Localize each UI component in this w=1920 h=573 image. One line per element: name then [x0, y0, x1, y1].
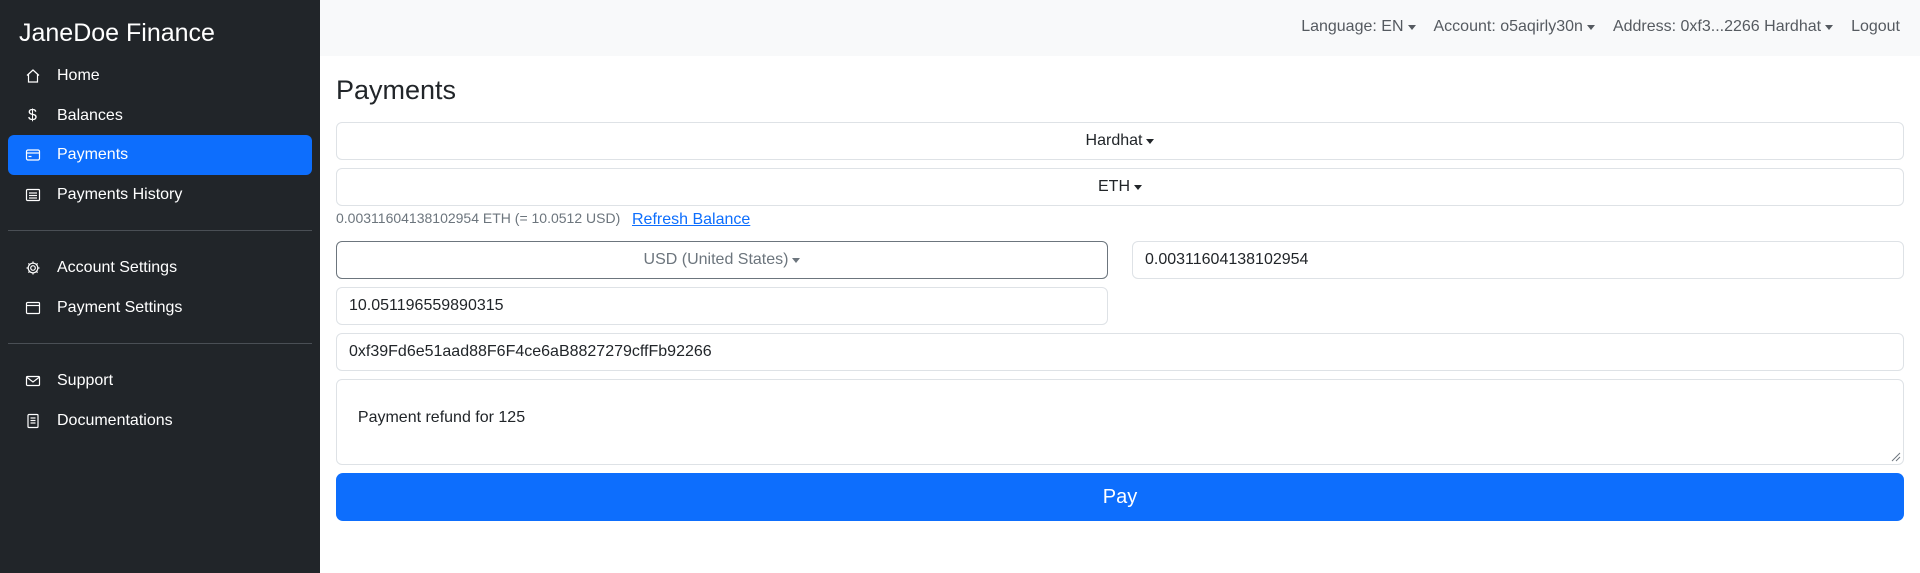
sidebar: JaneDoe Finance Home $ Balances Payments…: [0, 0, 320, 573]
brand-title[interactable]: JaneDoe Finance: [19, 16, 215, 50]
pay-button[interactable]: Pay: [336, 473, 1904, 521]
account-dropdown[interactable]: Account: o5aqirly30n: [1434, 18, 1595, 36]
memo-textarea[interactable]: Payment refund for 125: [336, 379, 1904, 465]
sidebar-item-label: Account Settings: [57, 259, 178, 276]
sidebar-item-label: Payment Settings: [57, 299, 183, 316]
sidebar-item-balances[interactable]: $ Balances: [8, 96, 312, 136]
token-select-value: ETH: [1098, 178, 1130, 195]
token-select[interactable]: ETH: [336, 168, 1904, 206]
window-icon: [24, 300, 41, 317]
token-amount-input[interactable]: 0.00311604138102954: [1132, 241, 1904, 279]
top-navbar: Language: EN Account: o5aqirly30n Addres…: [320, 0, 1920, 56]
fiat-amount-value: 10.051196559890315: [349, 297, 504, 314]
chevron-down-icon: [1407, 24, 1416, 30]
network-select[interactable]: Hardhat: [336, 122, 1904, 160]
logout-label: Logout: [1851, 18, 1900, 35]
sidebar-divider: [8, 343, 312, 344]
chevron-down-icon: [1825, 24, 1834, 30]
sidebar-item-label: Home: [57, 67, 100, 84]
recipient-address-value: 0xf39Fd6e51aad88F6F4ce6aB8827279cffFb922…: [349, 343, 712, 360]
sidebar-item-documentations[interactable]: Documentations: [8, 401, 312, 441]
document-icon: [24, 413, 41, 430]
language-label: Language: EN: [1301, 18, 1404, 35]
sidebar-item-payments-history[interactable]: Payments History: [8, 175, 312, 215]
chevron-down-icon: [1586, 24, 1595, 30]
envelope-icon: [24, 373, 41, 390]
memo-value: Payment refund for 125: [357, 409, 526, 426]
sidebar-item-account-settings[interactable]: Account Settings: [8, 248, 312, 288]
home-icon: [24, 68, 41, 85]
logout-link[interactable]: Logout: [1851, 18, 1900, 36]
network-select-value: Hardhat: [1085, 132, 1143, 149]
top-menu: Language: EN Account: o5aqirly30n Addres…: [1283, 18, 1900, 36]
recipient-address-input[interactable]: 0xf39Fd6e51aad88F6F4ce6aB8827279cffFb922…: [336, 333, 1904, 371]
token-amount-value: 0.00311604138102954: [1145, 251, 1309, 268]
sidebar-item-home[interactable]: Home: [8, 56, 312, 96]
credit-card-icon: [24, 147, 41, 164]
address-label: Address: 0xf3...2266 Hardhat: [1612, 18, 1822, 35]
chevron-down-icon: [1146, 138, 1155, 144]
sidebar-item-payments[interactable]: Payments: [8, 135, 312, 175]
sidebar-divider: [8, 230, 312, 231]
list-icon: [24, 187, 41, 204]
language-dropdown[interactable]: Language: EN: [1301, 18, 1416, 36]
sidebar-item-label: Documentations: [57, 412, 173, 429]
address-dropdown[interactable]: Address: 0xf3...2266 Hardhat: [1612, 18, 1834, 36]
account-label: Account: o5aqirly30n: [1433, 18, 1583, 35]
fiat-amount-input[interactable]: 10.051196559890315: [336, 287, 1108, 325]
sidebar-item-label: Balances: [57, 107, 123, 124]
chevron-down-icon: [1134, 184, 1142, 190]
sidebar-item-support[interactable]: Support: [8, 361, 312, 401]
currency-select[interactable]: USD (United States): [336, 241, 1108, 279]
chevron-down-icon: [792, 257, 801, 263]
resize-handle-icon[interactable]: [1889, 450, 1901, 462]
dollar-icon: $: [28, 107, 37, 124]
sidebar-item-label: Payments: [57, 146, 129, 163]
sidebar-item-label: Support: [57, 372, 114, 389]
balance-text: 0.00311604138102954 ETH (= 10.0512 USD): [336, 210, 621, 226]
gear-icon: [24, 260, 41, 277]
sidebar-item-label: Payments History: [57, 186, 183, 203]
page-title: Payments: [336, 75, 457, 105]
refresh-balance-link[interactable]: Refresh Balance: [632, 211, 750, 229]
currency-select-value: USD (United States): [643, 251, 789, 268]
sidebar-item-payment-settings[interactable]: Payment Settings: [8, 288, 312, 328]
